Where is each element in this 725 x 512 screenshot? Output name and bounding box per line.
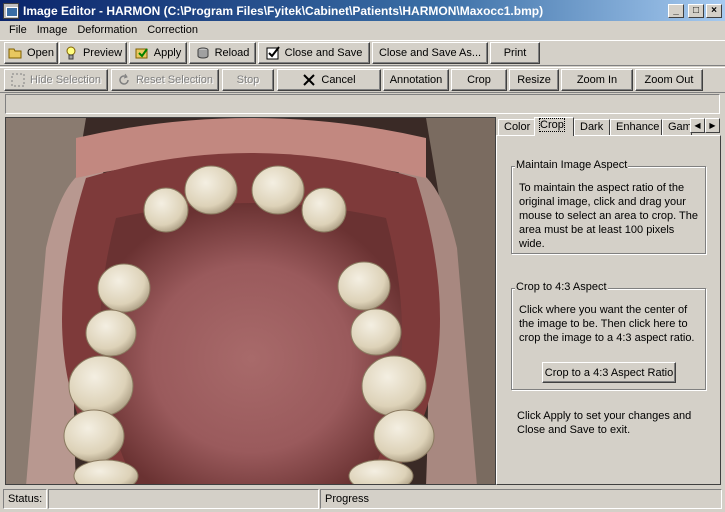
crop-button[interactable]: Crop	[451, 69, 507, 91]
window-title: Image Editor - HARMON (C:\Program Files\…	[23, 3, 544, 18]
selection-icon	[11, 73, 25, 87]
folder-icon	[8, 46, 22, 60]
tab-scroll-right-icon[interactable]: ▶	[705, 118, 720, 133]
close-and-save-button[interactable]: Close and Save	[258, 42, 370, 64]
status-text	[48, 489, 319, 509]
tab-color[interactable]: Color	[498, 119, 536, 136]
cancel-label: Cancel	[321, 74, 356, 86]
menu-bar: File Image Deformation Correction	[0, 21, 725, 39]
tab-enhance[interactable]: Enhance	[610, 119, 662, 136]
x-icon	[302, 73, 316, 87]
progress-label: Progress	[320, 489, 722, 509]
title-bar: Image Editor - HARMON (C:\Program Files\…	[0, 0, 725, 21]
menu-image[interactable]: Image	[32, 24, 73, 36]
edit-toolbar: Hide Selection Reset Selection Stop Canc…	[0, 67, 725, 93]
refresh-icon	[117, 73, 131, 87]
tab-dark[interactable]: Dark	[574, 119, 610, 136]
apply-icon	[135, 46, 149, 60]
menu-correction[interactable]: Correction	[142, 24, 203, 36]
maximize-button[interactable]: □	[688, 3, 704, 18]
status-bar: Status: Progress	[0, 487, 725, 512]
crop-43-button[interactable]: Crop to a 4:3 Aspect Ratio	[542, 362, 676, 383]
close-button[interactable]: ×	[706, 3, 722, 18]
open-label: Open	[27, 47, 54, 59]
reload-button[interactable]: Reload	[189, 42, 256, 64]
tab-strip: Color Crop Dark Enhance Gamma ◀ ▶	[496, 117, 721, 136]
image-canvas[interactable]	[5, 117, 496, 485]
lightbulb-icon	[64, 46, 78, 60]
reload-label: Reload	[214, 47, 250, 59]
reset-selection-button[interactable]: Reset Selection	[111, 69, 219, 91]
apply-label: Apply	[153, 47, 182, 59]
minimize-button[interactable]: _	[668, 3, 684, 18]
resize-button[interactable]: Resize	[509, 69, 559, 91]
reset-selection-label: Reset Selection	[135, 74, 214, 86]
info-bar	[5, 94, 720, 114]
print-button[interactable]: Print	[490, 42, 540, 64]
maintain-aspect-title: Maintain Image Aspect	[515, 159, 629, 171]
cancel-button[interactable]: Cancel	[277, 69, 381, 91]
annotation-button[interactable]: Annotation	[383, 69, 449, 91]
menu-file[interactable]: File	[4, 24, 32, 36]
tab-crop-label: Crop	[539, 118, 565, 132]
apply-button[interactable]: Apply	[129, 42, 187, 64]
disk-icon	[196, 46, 210, 60]
hide-selection-button[interactable]: Hide Selection	[4, 69, 108, 91]
tab-scroll-left-icon[interactable]: ◀	[690, 118, 705, 133]
crop-43-group: Crop to 4:3 Aspect Click where you want …	[511, 281, 706, 390]
stop-button[interactable]: Stop	[222, 69, 274, 91]
checkbox-icon	[266, 46, 280, 60]
zoom-in-button[interactable]: Zoom In	[561, 69, 633, 91]
hide-selection-label: Hide Selection	[30, 74, 101, 86]
tab-gamma[interactable]: Gamma	[662, 119, 692, 136]
preview-button[interactable]: Preview	[59, 42, 127, 64]
dental-photo	[6, 118, 495, 484]
zoom-out-button[interactable]: Zoom Out	[635, 69, 703, 91]
footer-instructions: Click Apply to set your changes and Clos…	[517, 410, 692, 436]
crop-tab-body: Maintain Image Aspect To maintain the as…	[496, 135, 721, 485]
maintain-aspect-text: To maintain the aspect ratio of the orig…	[519, 182, 698, 250]
tab-crop[interactable]: Crop	[534, 117, 574, 136]
close-and-save-label: Close and Save	[284, 47, 363, 59]
open-button[interactable]: Open	[4, 42, 58, 64]
crop-43-text: Click where you want the center of the i…	[519, 304, 695, 344]
preview-label: Preview	[82, 47, 123, 59]
app-icon	[3, 2, 19, 19]
menu-deformation[interactable]: Deformation	[72, 24, 142, 36]
crop-43-title: Crop to 4:3 Aspect	[515, 281, 608, 293]
tool-panel: Color Crop Dark Enhance Gamma ◀ ▶ Mainta…	[496, 117, 721, 485]
status-label: Status:	[3, 489, 47, 509]
close-and-save-as-button[interactable]: Close and Save As...	[372, 42, 488, 64]
main-toolbar: Open Preview Apply Reload Close and Save…	[0, 40, 725, 66]
maintain-aspect-group: Maintain Image Aspect To maintain the as…	[511, 159, 706, 254]
